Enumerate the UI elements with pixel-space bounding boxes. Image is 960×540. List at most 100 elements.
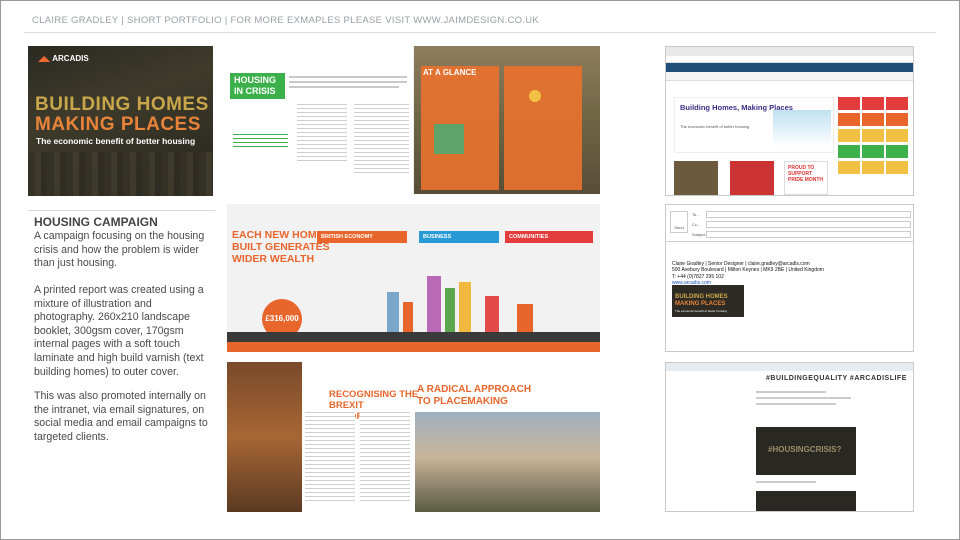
- intranet-tile[interactable]: [862, 129, 884, 142]
- post-text-line: [756, 397, 851, 399]
- campaign-paragraph-1: A campaign focusing on the housing crisi…: [34, 230, 205, 270]
- band-communities: COMMUNITIES: [505, 231, 593, 243]
- body-text-line: [289, 76, 407, 78]
- intranet-tile[interactable]: [838, 129, 860, 142]
- intranet-tile[interactable]: [886, 129, 908, 142]
- intranet-tile[interactable]: [838, 113, 860, 126]
- spread-housing-in-crisis: HOUSING IN CRISIS AT A GLANCE: [227, 46, 600, 194]
- intranet-tile[interactable]: [886, 145, 908, 158]
- post-text-line: [756, 403, 836, 405]
- building-illustration: [403, 302, 413, 332]
- subject-field[interactable]: [706, 231, 911, 238]
- send-button[interactable]: Send: [670, 211, 688, 233]
- intranet-tile[interactable]: [886, 161, 908, 174]
- campaign-paragraph-2: A printed report was created using a mix…: [34, 284, 204, 378]
- post-text-line: [756, 391, 826, 393]
- cc-field[interactable]: [706, 221, 911, 228]
- intranet-tile[interactable]: [838, 161, 860, 174]
- band-british-economy: BRITISH ECONOMY: [317, 231, 407, 243]
- campaign-title: HOUSING CAMPAIGN: [34, 215, 158, 229]
- building-illustration: [517, 304, 533, 332]
- portfolio-header: CLAIRE GRADLEY | SHORT PORTFOLIO | FOR M…: [32, 15, 540, 26]
- spread-wider-wealth: EACH NEW HOME BUILT GENERATES WIDER WEAL…: [227, 204, 600, 352]
- spread1-right-page-aerial: AT A GLANCE: [414, 46, 600, 194]
- pride-month-text: PROUD TO SUPPORT PRIDE MONTH: [788, 165, 823, 183]
- social-hashtag-banner: #BUILDINGEQUALITY #ARCADISLIFE: [766, 375, 907, 382]
- banner-line2: MAKING PLACES: [675, 301, 726, 307]
- footer-band: [227, 342, 600, 352]
- intranet-tile[interactable]: [886, 113, 908, 126]
- arcadis-mark-icon: ◢◣: [38, 54, 53, 63]
- text-column: [297, 104, 347, 164]
- intranet-screenshot: Building Homes, Making Places The econom…: [665, 46, 914, 196]
- text-column: [305, 412, 355, 502]
- building-illustration: [485, 296, 499, 332]
- campaign-paragraph-3: This was also promoted internally on the…: [34, 390, 208, 443]
- signature-banner: BUILDING HOMES MAKING PLACES The economi…: [672, 285, 744, 317]
- cover-title-line2: MAKING PLACES: [35, 114, 201, 135]
- subject-label: Subject: [692, 232, 706, 237]
- text-block-divider: [28, 210, 215, 211]
- icon-illustration: [529, 90, 541, 102]
- intranet-tile[interactable]: [838, 145, 860, 158]
- intranet-tile[interactable]: [862, 161, 884, 174]
- browser-address-bar: [666, 56, 913, 63]
- cc-label: Cc...: [692, 222, 701, 227]
- building-illustration: [387, 292, 399, 332]
- at-a-glance-panel-2: [504, 66, 582, 190]
- intranet-tile[interactable]: [838, 97, 860, 110]
- social-post-card[interactable]: #HOUSINGCRISIS?: [756, 427, 856, 475]
- arcadis-logo: ◢◣ ARCADIS: [38, 54, 89, 63]
- intranet-tile[interactable]: [862, 145, 884, 158]
- building-illustration: [459, 282, 471, 332]
- intranet-nav: [666, 72, 913, 81]
- pull-quote: [233, 134, 288, 148]
- building-illustration: [445, 288, 455, 332]
- email-signature-screenshot: Send To... Cc... Subject Claire Gradley …: [665, 204, 914, 352]
- to-field[interactable]: [706, 211, 911, 218]
- post-text-line: [756, 481, 816, 483]
- intranet-tile[interactable]: [886, 97, 908, 110]
- cover-landscape: [28, 152, 213, 196]
- cover-title-line1: BUILDING HOMES: [35, 94, 209, 115]
- housing-in-crisis-title: HOUSING IN CRISIS: [230, 73, 285, 99]
- news-card[interactable]: PROUD TO SUPPORT PRIDE MONTH: [784, 161, 828, 195]
- building-illustration: [434, 124, 464, 154]
- spread-brexit-placemaking: RECOGNISING THE BREXIT OPPORTUNITY A RAD…: [227, 362, 600, 512]
- arcadis-wordmark: ARCADIS: [52, 54, 89, 63]
- intranet-hero-sub: The economic benefit of better housing: [680, 124, 750, 129]
- band-business: BUSINESS: [419, 231, 499, 243]
- intranet-tile[interactable]: [862, 97, 884, 110]
- header-divider: [24, 32, 936, 33]
- cover-subtitle: The economic benefit of better housing: [36, 136, 196, 146]
- hero-illustration: [773, 110, 831, 146]
- to-label: To...: [692, 212, 700, 217]
- at-a-glance-title: AT A GLANCE: [423, 68, 477, 77]
- browser-bar: [666, 363, 913, 371]
- office365-bar: [666, 63, 913, 72]
- sig-address: 500 Avebury Boulevard | Milton Keynes | …: [672, 267, 824, 274]
- text-column: [354, 104, 409, 174]
- intranet-hero: Building Homes, Making Places The econom…: [674, 97, 834, 153]
- text-column: [360, 412, 410, 502]
- city-steps-photo: [415, 412, 600, 512]
- street-photo: [227, 362, 302, 512]
- spread1-left-page: HOUSING IN CRISIS: [227, 46, 414, 194]
- banner-sub: The economic benefit of better housing: [675, 309, 727, 313]
- banner-line1: BUILDING HOMES: [675, 294, 728, 300]
- news-card[interactable]: [730, 161, 774, 195]
- road-illustration: [227, 332, 600, 342]
- social-media-screenshot: #BUILDINGEQUALITY #ARCADISLIFE #HOUSINGC…: [665, 362, 914, 512]
- building-illustration: [427, 276, 441, 332]
- email-signature: Claire Gradley | Senior Designer | clair…: [672, 261, 824, 286]
- placemaking-title: A RADICAL APPROACH TO PLACEMAKING: [417, 384, 532, 407]
- body-text-line: [289, 81, 407, 83]
- intranet-tile[interactable]: [862, 113, 884, 126]
- social-post-card-2[interactable]: [756, 491, 856, 511]
- report-cover-image: ◢◣ ARCADIS BUILDING HOMES MAKING PLACES …: [28, 46, 213, 196]
- compose-divider: [666, 241, 913, 242]
- browser-tabbar: [666, 47, 913, 56]
- body-text-line: [289, 86, 399, 88]
- social-card-hashtag: #HOUSINGCRISIS?: [768, 445, 842, 454]
- news-card[interactable]: [674, 161, 718, 195]
